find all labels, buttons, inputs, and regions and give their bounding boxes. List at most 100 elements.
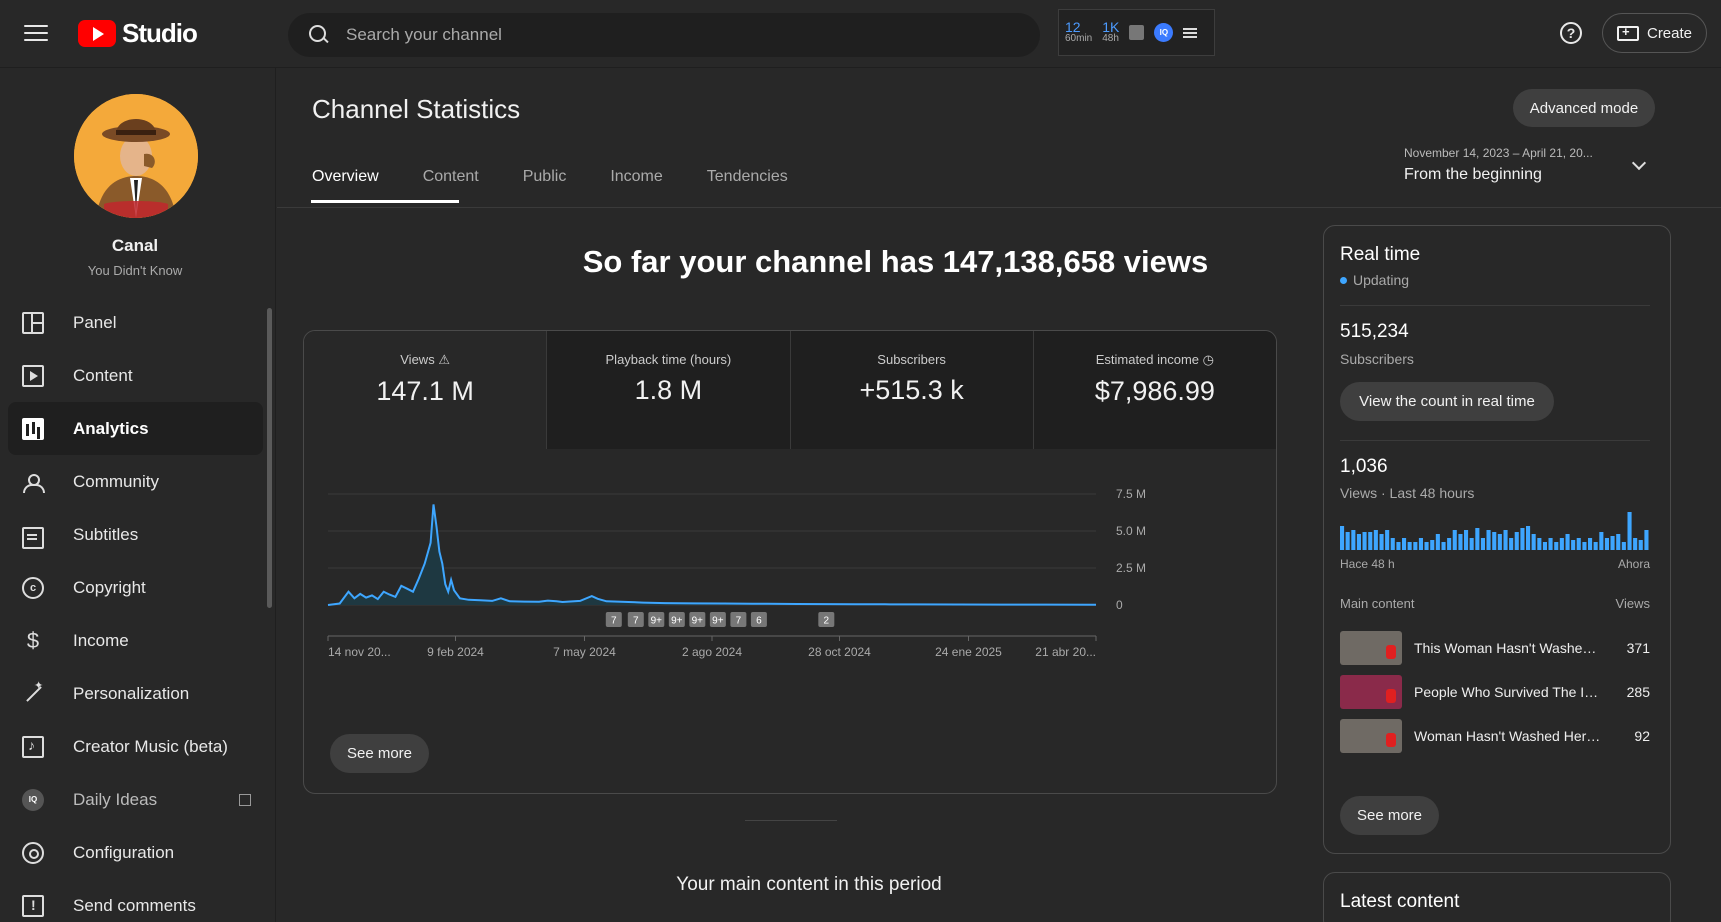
metric-views[interactable]: Views ⚠ 147.1 M — [304, 331, 547, 449]
magic-wand-icon — [22, 679, 44, 705]
sidebar-item-analytics[interactable]: Analytics — [8, 402, 263, 455]
feedback-icon — [22, 894, 44, 917]
date-range-picker[interactable]: November 14, 2023 – April 21, 20... From… — [1404, 146, 1664, 184]
shorts-icon — [1386, 645, 1396, 659]
y-tick-label: 5.0 M — [1116, 524, 1146, 538]
sidebar-item-daily-ideas[interactable]: IQ Daily Ideas — [8, 773, 263, 826]
sidebar-item-label: Income — [73, 630, 129, 650]
sidebar-item-panel[interactable]: Panel — [8, 296, 263, 349]
ext-stat-value: 12 — [1065, 18, 1081, 35]
search-input[interactable] — [346, 25, 986, 45]
video-thumbnail — [1340, 631, 1402, 665]
tab-tendencies[interactable]: Tendencies — [707, 168, 788, 202]
realtime-bar — [1514, 532, 1519, 550]
video-thumbnail — [1340, 719, 1402, 753]
realtime-bar — [1368, 532, 1373, 550]
date-range-text: November 14, 2023 – April 21, 20... — [1404, 146, 1593, 160]
sidebar-item-community[interactable]: Community — [8, 455, 263, 508]
publish-marker-label: 9+ — [712, 616, 724, 627]
warning-icon: ⚠ — [438, 352, 450, 367]
realtime-bar — [1571, 540, 1576, 550]
ext-stat-48h: 1K 48h — [1102, 20, 1119, 45]
search-icon — [308, 24, 330, 46]
channel-avatar[interactable] — [74, 94, 198, 218]
realtime-see-more-button[interactable]: See more — [1340, 796, 1439, 835]
sidebar-item-creator-music[interactable]: Creator Music (beta) — [8, 720, 263, 773]
metric-value: $7,986.99 — [1094, 376, 1215, 406]
realtime-bar — [1599, 532, 1604, 550]
sidebar-item-configuration[interactable]: Configuration — [8, 826, 263, 879]
list-item[interactable]: Woman Hasn't Washed Her Hair In... 92 — [1340, 714, 1650, 758]
extension-widget[interactable]: 12 60min 1K 48h IQ — [1058, 9, 1215, 56]
metric-subscribers[interactable]: Subscribers +515.3 k — [789, 331, 1033, 449]
iq-icon: IQ — [22, 788, 44, 811]
search-bar[interactable] — [288, 13, 1040, 57]
x-tick-label: 7 may 2024 — [553, 645, 616, 659]
realtime-bar — [1430, 540, 1435, 550]
latest-content-card: Latest content — [1323, 872, 1671, 922]
list-item[interactable]: This Woman Hasn't Washed Her Hair... 371 — [1340, 626, 1650, 670]
realtime-status: Updating — [1340, 272, 1409, 288]
axis-end-label: Ahora — [1617, 557, 1650, 571]
create-button[interactable]: Create — [1602, 13, 1707, 53]
list-item[interactable]: People Who Survived The Impossible 285 — [1340, 670, 1650, 714]
axis-start-label: Hace 48 h — [1340, 557, 1395, 571]
main-content-title: Your main content in this period — [676, 874, 942, 895]
publish-marker-label: 7 — [633, 616, 639, 627]
sidebar-item-subtitles[interactable]: Subtitles — [8, 508, 263, 561]
publish-marker-label: 9+ — [671, 616, 683, 627]
studio-logo[interactable]: Studio — [78, 18, 198, 49]
sidebar-item-income[interactable]: $ Income — [8, 614, 263, 667]
views-line-chart[interactable]: 7.5 M 5.0 M 2.5 M 0 14 nov 20... 9 feb 2024 7 … — [304, 449, 1277, 709]
y-tick-label: 0 — [1116, 598, 1123, 612]
sidebar-item-label: Daily Ideas — [73, 789, 158, 809]
realtime-bar — [1492, 532, 1497, 550]
sidebar-scrollbar[interactable] — [267, 308, 272, 608]
metric-playback-time[interactable]: Playback time (hours) 1.8 M — [546, 331, 790, 449]
sidebar-item-label: Creator Music (beta) — [73, 736, 228, 756]
realtime-bar — [1441, 542, 1446, 550]
realtime-views-value: 1,036 — [1340, 456, 1388, 477]
sidebar-nav: Panel Content Analytics Community Subtit… — [8, 296, 263, 922]
video-thumbnail — [1340, 675, 1402, 709]
publish-marker-label: 6 — [756, 616, 762, 627]
help-icon[interactable]: ? — [1560, 22, 1582, 44]
realtime-bar — [1486, 530, 1491, 550]
metric-estimated-income[interactable]: Estimated income ◷ $7,986.99 — [1032, 331, 1276, 449]
analytics-icon — [22, 417, 44, 440]
iq-icon[interactable]: IQ — [1154, 23, 1174, 42]
realtime-bar — [1497, 534, 1502, 550]
metric-label: Views ⚠ — [304, 352, 546, 368]
tab-content[interactable]: Content — [423, 168, 479, 202]
tab-public[interactable]: Public — [523, 168, 567, 202]
menu-icon[interactable] — [22, 20, 50, 46]
realtime-bar — [1413, 542, 1418, 550]
view-count-realtime-button[interactable]: View the count in real time — [1340, 382, 1554, 421]
advanced-mode-button[interactable]: Advanced mode — [1513, 89, 1655, 127]
tab-overview[interactable]: Overview — [311, 168, 459, 203]
dashboard-icon — [22, 311, 44, 334]
sidebar-item-content[interactable]: Content — [8, 349, 263, 402]
top-bar: Studio 12 60min 1K 48h IQ ? Create — [0, 0, 1721, 68]
realtime-bar — [1435, 534, 1440, 550]
sidebar-item-copyright[interactable]: c Copyright — [8, 561, 263, 614]
see-more-button[interactable]: See more — [330, 734, 429, 773]
list-menu-icon[interactable] — [1183, 26, 1198, 40]
realtime-bar — [1458, 534, 1463, 550]
sidebar-item-send-comments[interactable]: Send comments — [8, 879, 263, 922]
tab-income[interactable]: Income — [610, 168, 662, 202]
channel-subtitle: You Didn't Know — [87, 263, 183, 278]
latest-content-title: Latest content — [1340, 891, 1460, 912]
x-tick-label: 14 nov 20... — [328, 645, 391, 659]
metric-tabs: Views ⚠ 147.1 M Playback time (hours) 1.… — [304, 331, 1276, 449]
realtime-subscribers-value: 515,234 — [1340, 321, 1409, 342]
sidebar-item-label: Copyright — [73, 577, 146, 597]
realtime-bar — [1593, 542, 1598, 550]
realtime-subscribers-label: Subscribers — [1340, 351, 1414, 367]
sidebar-item-personalization[interactable]: Personalization — [8, 667, 263, 720]
realtime-bar — [1531, 534, 1536, 550]
realtime-bar-chart[interactable] — [1340, 510, 1650, 550]
realtime-bar — [1621, 542, 1626, 550]
bar-chart-icon[interactable] — [1129, 25, 1145, 40]
ext-stat-60min: 12 60min — [1065, 18, 1092, 45]
